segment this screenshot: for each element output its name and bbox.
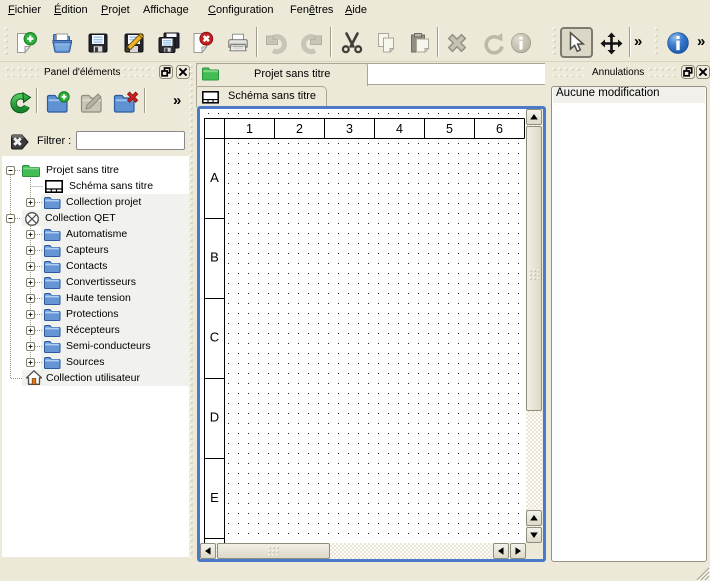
svg-text:1: 1 xyxy=(246,122,253,136)
svg-text:E: E xyxy=(210,490,219,505)
svg-text:2: 2 xyxy=(296,122,303,136)
svg-text:D: D xyxy=(210,410,219,425)
svg-text:C: C xyxy=(210,330,219,345)
svg-text:5: 5 xyxy=(446,122,453,136)
svg-text:6: 6 xyxy=(496,122,503,136)
svg-text:3: 3 xyxy=(346,122,353,136)
svg-text:4: 4 xyxy=(396,122,403,136)
svg-text:B: B xyxy=(210,250,219,265)
svg-text:A: A xyxy=(210,170,219,185)
